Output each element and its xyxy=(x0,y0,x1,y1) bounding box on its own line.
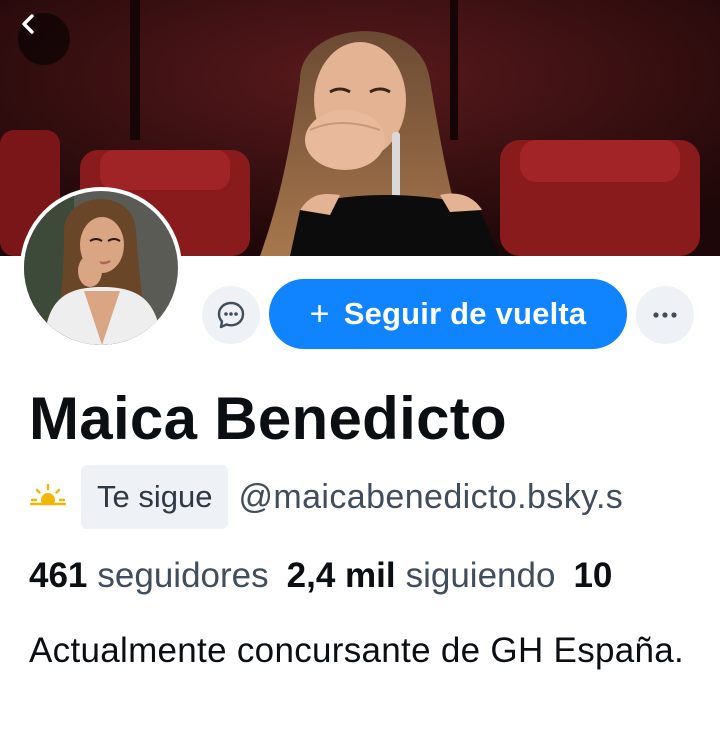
back-button[interactable] xyxy=(18,13,70,65)
sun-cloud-icon xyxy=(29,483,67,512)
chat-bubble-icon xyxy=(217,301,245,329)
profile-bio: Actualmente concursante de GH España. xyxy=(29,631,685,670)
following-count[interactable]: 2,4 mil xyxy=(287,556,396,596)
message-button[interactable] xyxy=(202,286,260,344)
handle[interactable]: @maicabenedicto.bsky.s xyxy=(238,478,623,517)
followers-count[interactable]: 461 xyxy=(29,556,87,596)
ellipsis-icon xyxy=(653,312,677,318)
handle-row: Te sigue @maicabenedicto.bsky.s xyxy=(29,464,720,530)
following-label[interactable]: siguiendo xyxy=(406,556,556,596)
followers-label[interactable]: seguidores xyxy=(97,556,268,596)
display-name: Maica Benedicto xyxy=(29,385,507,452)
plus-icon: + xyxy=(309,295,330,333)
avatar[interactable] xyxy=(20,187,182,349)
more-options-button[interactable] xyxy=(636,286,694,344)
posts-count: 10 xyxy=(573,556,613,595)
profile-stats: 461 seguidores 2,4 mil siguiendo 10 xyxy=(29,552,720,600)
chevron-left-icon xyxy=(22,14,34,34)
follow-back-label: Seguir de vuelta xyxy=(343,296,587,331)
follow-back-button[interactable]: + Seguir de vuelta xyxy=(269,279,627,349)
avatar-image xyxy=(24,191,178,345)
follows-you-badge: Te sigue xyxy=(81,465,229,529)
